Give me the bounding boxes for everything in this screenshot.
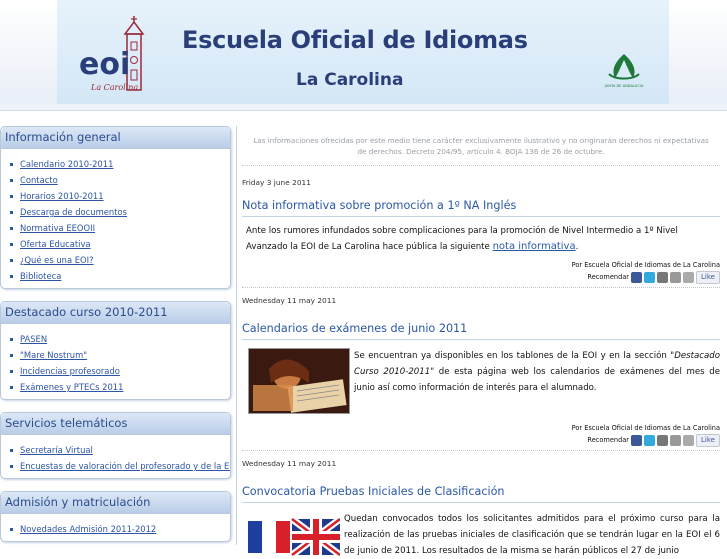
bullet-icon [10,465,13,468]
logo-text: eoi [79,47,130,82]
sidebar-box-informacion-general: Información general Calendario 2010-2011… [0,126,231,289]
post-author: Por Escuela Oficial de Idiomas de La Car… [571,261,720,269]
sidebar-box-title: Información general [1,127,230,149]
sidebar-item-descarga[interactable]: Descarga de documentos [10,204,230,220]
bullet-icon [10,386,13,389]
main-content: Las informaciones ofrecidas por este med… [242,126,720,559]
post-date: Wednesday 11 may 2011 [242,296,337,305]
exam-photo-image [248,348,350,414]
bullet-icon [10,449,13,452]
post-date: Friday 3 june 2011 [242,178,311,187]
sidebar-item-incidencias[interactable]: Incidencias profesorado [10,363,230,379]
site-title: Escuela Oficial de Idiomas [182,26,528,54]
bullet-icon [10,338,13,341]
share-icon[interactable] [683,434,695,446]
recommend-label: Recomendar [587,436,630,444]
sidebar: Información general Calendario 2010-2011… [0,126,231,554]
sidebar-item-oferta[interactable]: Oferta Educativa [10,236,230,252]
twitter-icon[interactable] [644,271,656,283]
print-icon[interactable] [670,434,682,446]
sidebar-box-title: Servicios telemáticos [1,413,230,435]
sidebar-item-encuestas[interactable]: Encuestas de valoración del profesorado … [10,458,230,474]
recommend-label: Recomendar [587,273,630,281]
facebook-icon[interactable] [631,271,643,283]
post-author: Por Escuela Oficial de Idiomas de La Car… [571,424,720,432]
sidebar-item-normativa[interactable]: Normativa EEOOII [10,220,230,236]
email-icon[interactable] [657,434,669,446]
bullet-icon [10,163,13,166]
post-title-link[interactable]: Nota informativa sobre promoción a 1º NA… [242,199,720,212]
site-banner: eoi La Carolina Escuela Oficial de Idiom… [57,0,669,104]
bullet-icon [10,179,13,182]
share-icon[interactable] [683,271,695,283]
sidebar-item-examenes[interactable]: Exámenes y PTECs 2011 [10,379,230,395]
twitter-icon[interactable] [644,434,656,446]
post-title-link[interactable]: Convocatoria Pruebas Iniciales de Clasif… [242,485,720,498]
sidebar-item-secretaria[interactable]: Secretaría Virtual [10,442,230,458]
email-icon[interactable] [657,271,669,283]
facebook-icon[interactable] [631,434,643,446]
sidebar-item-biblioteca[interactable]: Biblioteca [10,268,230,284]
sidebar-box-destacado: Destacado curso 2010-2011 PASEN "Mare No… [0,301,231,400]
flags-image [248,517,340,557]
sidebar-item-novedades[interactable]: Novedades Admisión 2011-2012 [10,521,230,537]
sidebar-box-title: Admisión y matriculación [1,492,230,514]
sidebar-item-calendario[interactable]: Calendario 2010-2011 [10,156,230,172]
junta-andalucia-logo: JUNTA DE ANDALUCIA [604,54,644,88]
junta-text: JUNTA DE ANDALUCIA [604,84,644,88]
print-icon[interactable] [670,271,682,283]
sidebar-item-horarios[interactable]: Horarios 2010-2011 [10,188,230,204]
nota-informativa-link[interactable]: nota informativa [493,241,576,252]
post-date: Wednesday 11 may 2011 [242,459,337,468]
bullet-icon [10,370,13,373]
sidebar-box-title: Destacado curso 2010-2011 [1,302,230,324]
bullet-icon [10,243,13,246]
sidebar-item-que-es[interactable]: ¿Qué es una EOI? [10,252,230,268]
column-divider [236,126,237,545]
bullet-icon [10,259,13,262]
bullet-icon [10,275,13,278]
site-subtitle: La Carolina [296,70,404,90]
bullet-icon [10,354,13,357]
bullet-icon [10,528,13,531]
like-button[interactable]: Like [696,433,720,447]
post-body: Ante los rumores infundados sobre compli… [246,226,678,252]
eoi-logo[interactable]: eoi La Carolina [77,16,157,96]
post-title-link[interactable]: Calendarios de exámenes de junio 2011 [242,322,720,335]
bullet-icon [10,195,13,198]
sidebar-box-admision: Admisión y matriculación Novedades Admis… [0,491,231,542]
post-body: Se encuentran ya disponibles en los tabl… [242,340,720,414]
like-button[interactable]: Like [696,270,720,284]
bullet-icon [10,211,13,214]
share-bar: Recomendar Like [242,432,720,451]
header-bottom-strip [0,104,727,111]
sidebar-box-servicios: Servicios telemáticos Secretaría Virtual… [0,412,231,479]
post-body: Quedan convocados todos los solicitantes… [242,503,720,559]
sidebar-item-mare-nostrum[interactable]: "Mare Nostrum" [10,347,230,363]
bullet-icon [10,227,13,230]
logo-script: La Carolina [90,83,138,92]
sidebar-item-contacto[interactable]: Contacto [10,172,230,188]
legal-disclaimer: Las informaciones ofrecidas por este med… [242,126,720,166]
share-bar: Recomendar Like [242,269,720,288]
sidebar-item-pasen[interactable]: PASEN [10,331,230,347]
